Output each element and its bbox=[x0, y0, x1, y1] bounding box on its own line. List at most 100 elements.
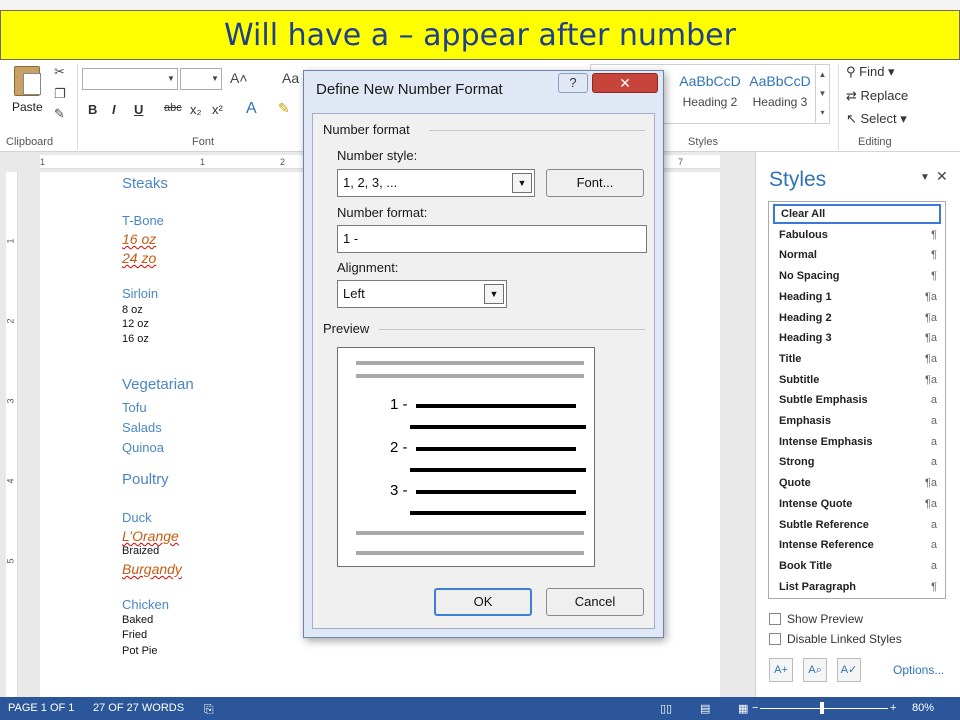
style-item[interactable]: Heading 2 ¶a bbox=[773, 308, 941, 328]
preview-line bbox=[356, 551, 584, 555]
style-item[interactable]: Intense Quote ¶a bbox=[773, 494, 941, 514]
style-item[interactable]: Intense Emphasis a bbox=[773, 432, 941, 452]
number-style-select[interactable]: 1, 2, 3, ... ▼ bbox=[337, 169, 535, 197]
chevron-down-icon[interactable]: ▼ bbox=[484, 284, 504, 304]
style-item[interactable]: Strong a bbox=[773, 452, 941, 472]
alignment-select[interactable]: Left ▼ bbox=[337, 280, 507, 308]
new-style-button[interactable]: A+ bbox=[769, 658, 793, 682]
style-item-label: Intense Quote bbox=[779, 497, 853, 510]
style-type-icon: ¶a bbox=[924, 332, 937, 345]
style-item[interactable]: Emphasis a bbox=[773, 411, 941, 431]
style-item[interactable]: Quote ¶a bbox=[773, 473, 941, 493]
zoom-in-icon[interactable]: + bbox=[890, 702, 896, 714]
cursor-icon: ↖ bbox=[846, 111, 861, 126]
text-effects-icon[interactable]: A bbox=[246, 100, 257, 118]
style-item[interactable]: Heading 3 ¶a bbox=[773, 328, 941, 348]
gallery-name: Heading 3 bbox=[752, 95, 808, 109]
style-item-label: Book Title bbox=[779, 559, 832, 572]
underline-button[interactable]: U bbox=[134, 102, 143, 117]
style-item-label: Fabulous bbox=[779, 228, 828, 241]
disable-linked-styles-checkbox[interactable]: Disable Linked Styles bbox=[769, 632, 902, 646]
ruler-mark: 7 bbox=[678, 157, 684, 167]
help-icon: ? bbox=[569, 75, 577, 90]
grow-font-icon[interactable]: A˄ bbox=[230, 70, 248, 86]
web-layout-icon[interactable]: ▦ bbox=[738, 702, 748, 715]
zoom-slider-track[interactable] bbox=[760, 708, 888, 709]
word-count[interactable]: 27 OF 27 WORDS bbox=[93, 702, 184, 714]
style-item[interactable]: Fabulous ¶ bbox=[773, 225, 941, 245]
cancel-button[interactable]: Cancel bbox=[546, 588, 644, 616]
style-item[interactable]: Intense Reference a bbox=[773, 535, 941, 555]
preview-text-line bbox=[410, 468, 586, 472]
number-format-value: 1 - bbox=[343, 231, 359, 246]
zoom-level[interactable]: 80% bbox=[912, 702, 934, 714]
change-case-icon[interactable]: Aa bbox=[282, 70, 299, 86]
close-button[interactable]: ✕ bbox=[592, 73, 658, 93]
banner-text: Will have a – appear after number bbox=[224, 17, 736, 53]
styles-list: Clear All Fabulous ¶ Normal ¶ No Spacing ¶ Head… bbox=[768, 201, 946, 599]
zoom-slider-handle[interactable] bbox=[820, 702, 824, 714]
highlight-icon[interactable]: ✎ bbox=[278, 100, 290, 117]
style-type-icon: a bbox=[930, 415, 937, 427]
checkbox-box[interactable] bbox=[769, 633, 781, 645]
cut-icon[interactable]: ✂ bbox=[54, 64, 65, 80]
font-size-box[interactable]: ▼ bbox=[180, 68, 222, 90]
zoom-out-icon[interactable]: − bbox=[752, 702, 758, 714]
number-format-input[interactable]: 1 - bbox=[337, 225, 647, 253]
style-item[interactable]: Subtle Reference a bbox=[773, 515, 941, 535]
dialog-body: Number format Number style: 1, 2, 3, ...… bbox=[312, 113, 655, 629]
format-painter-icon[interactable]: ✎ bbox=[54, 106, 65, 122]
superscript-button[interactable]: x² bbox=[212, 102, 223, 117]
read-mode-icon[interactable]: ▯▯ bbox=[660, 702, 672, 715]
close-icon[interactable]: ✕ bbox=[936, 168, 948, 185]
style-item[interactable]: Subtle Emphasis a bbox=[773, 390, 941, 410]
page-count[interactable]: PAGE 1 OF 1 bbox=[8, 702, 74, 714]
style-item[interactable]: Title ¶a bbox=[773, 349, 941, 369]
font-button[interactable]: Font... bbox=[546, 169, 644, 197]
replace-button[interactable]: ⇄ Replace bbox=[846, 88, 908, 104]
copy-icon[interactable]: ❐ bbox=[54, 86, 66, 102]
help-button[interactable]: ? bbox=[558, 73, 588, 93]
style-inspector-button[interactable]: A⌕ bbox=[803, 658, 827, 682]
options-link[interactable]: Options... bbox=[893, 663, 944, 677]
gallery-item-heading-3[interactable]: AaBbCcD Heading 3 bbox=[743, 73, 817, 109]
ok-button[interactable]: OK bbox=[434, 588, 532, 616]
preview-number: 2 - bbox=[390, 439, 408, 456]
status-bar: PAGE 1 OF 1 27 OF 27 WORDS ⎘ ▯▯ ▤ ▦ − + … bbox=[0, 697, 960, 720]
subscript-button[interactable]: x₂ bbox=[190, 102, 202, 117]
style-item[interactable]: List Paragraph ¶ bbox=[773, 577, 941, 597]
style-type-icon: ¶ bbox=[931, 270, 937, 283]
chevron-down-icon[interactable]: ▼ bbox=[512, 173, 532, 193]
style-item[interactable]: Normal ¶ bbox=[773, 245, 941, 265]
print-layout-icon[interactable]: ▤ bbox=[700, 702, 710, 715]
gallery-scroll[interactable]: ▲ ▼ ▾ bbox=[815, 65, 829, 123]
preview-line bbox=[356, 531, 584, 535]
find-button[interactable]: ⚲ Find ▾ bbox=[846, 64, 895, 80]
style-item-label: Subtle Reference bbox=[779, 518, 869, 531]
font-name-box[interactable]: ▼ bbox=[82, 68, 178, 90]
ribbon-separator bbox=[838, 64, 839, 150]
style-item[interactable]: Heading 1 ¶a bbox=[773, 287, 941, 307]
style-type-icon: ¶ bbox=[931, 249, 937, 262]
style-item[interactable]: Book Title a bbox=[773, 556, 941, 576]
show-preview-checkbox[interactable]: Show Preview bbox=[769, 612, 863, 626]
style-item[interactable]: Clear All bbox=[773, 204, 941, 224]
document-line: Tofu bbox=[122, 400, 147, 415]
document-line: 16 oz bbox=[122, 231, 157, 247]
style-item[interactable]: Subtitle ¶a bbox=[773, 370, 941, 390]
gallery-name: Heading 2 bbox=[682, 95, 738, 109]
style-type-icon: a bbox=[930, 394, 937, 407]
select-button[interactable]: ↖ Select ▾ bbox=[846, 111, 907, 127]
style-item[interactable]: No Spacing ¶ bbox=[773, 266, 941, 286]
bold-button[interactable]: B bbox=[88, 102, 97, 117]
italic-button[interactable]: I bbox=[112, 102, 116, 117]
manage-styles-button[interactable]: A✓ bbox=[837, 658, 861, 682]
gallery-item-heading-2[interactable]: AaBbCcD Heading 2 bbox=[673, 73, 747, 109]
pane-options-icon[interactable]: ▼ bbox=[920, 172, 930, 183]
checkbox-box[interactable] bbox=[769, 613, 781, 625]
style-type-icon: a bbox=[930, 559, 937, 572]
strikethrough-button[interactable]: abc bbox=[164, 102, 182, 114]
proofing-icon[interactable]: ⎘ bbox=[204, 702, 214, 717]
styles-pane-title: Styles bbox=[769, 168, 827, 191]
vertical-ruler[interactable] bbox=[6, 172, 18, 697]
